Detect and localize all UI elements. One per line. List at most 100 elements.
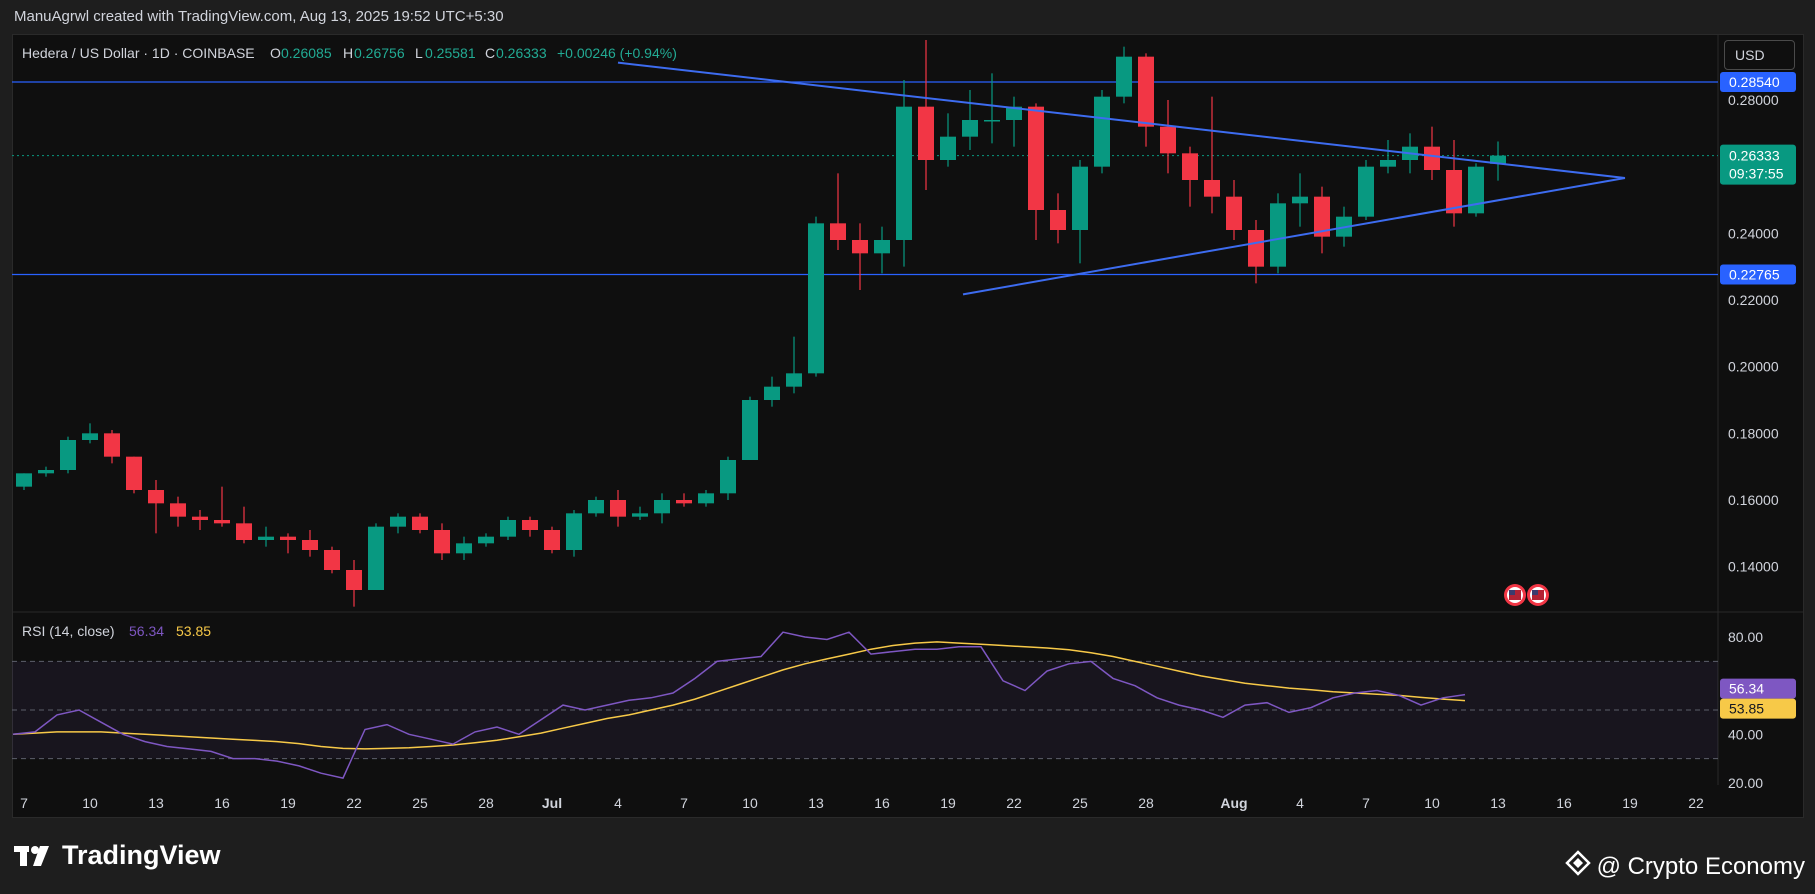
symbol-title: Hedera / US Dollar · 1D · COINBASE	[22, 45, 255, 61]
candle	[588, 496, 604, 517]
low-label: L	[415, 45, 423, 61]
candle-body	[764, 386, 780, 400]
price-tick-label: 0.16000	[1728, 492, 1779, 508]
time-tick-label: 4	[1296, 795, 1304, 811]
change-value: +0.00246 (+0.94%)	[557, 45, 677, 61]
tradingview-brand: TradingView	[14, 840, 221, 871]
candle-body	[60, 440, 76, 470]
candle	[676, 493, 692, 507]
candle-body	[1270, 203, 1286, 267]
candle-body	[1072, 166, 1088, 230]
candle	[60, 436, 76, 474]
candle	[258, 526, 274, 547]
time-tick-label: 16	[1556, 795, 1572, 811]
time-tick-label: 28	[478, 795, 494, 811]
candle-body	[1380, 160, 1396, 167]
candle-body	[720, 460, 736, 494]
candle-body	[830, 223, 846, 240]
candle	[280, 533, 296, 554]
low-value: 0.25581	[425, 45, 476, 61]
candle	[522, 516, 538, 537]
candle	[82, 423, 98, 444]
candle-body	[82, 433, 98, 440]
candle	[1446, 140, 1462, 227]
price-tick-label: 0.18000	[1728, 425, 1779, 441]
candle-body	[104, 433, 120, 457]
candle	[236, 506, 252, 544]
candle-body	[1204, 180, 1220, 197]
candle-body	[742, 400, 758, 460]
currency-selector[interactable]: USD	[1724, 40, 1795, 70]
resistance-badge: 0.28540	[1720, 72, 1796, 92]
candle-body	[258, 536, 274, 540]
time-tick-label: 7	[20, 795, 28, 811]
candle-body	[1424, 146, 1440, 170]
candle-body	[214, 520, 230, 524]
candle	[830, 173, 846, 250]
candle	[1160, 100, 1176, 174]
candle	[214, 486, 230, 527]
support-badge: 0.22765	[1720, 264, 1796, 285]
candle	[1468, 163, 1484, 217]
candle	[1050, 193, 1066, 244]
candle-body	[434, 530, 450, 554]
candle	[654, 493, 670, 524]
chart-canvas[interactable]: 0.28000 0.24000 0.22000 0.20000 0.18000 0.160…	[0, 0, 1815, 894]
diamond-logo-icon	[1564, 850, 1591, 883]
price-tick-label: 0.28000	[1728, 92, 1779, 108]
time-tick-label: 25	[1072, 795, 1088, 811]
time-tick-label: 13	[1490, 795, 1506, 811]
candle	[1490, 141, 1506, 181]
candle	[16, 473, 32, 490]
time-tick-label: Jul	[542, 795, 562, 811]
candle-body	[1182, 153, 1198, 180]
candle	[632, 506, 648, 520]
candle	[324, 546, 340, 574]
time-tick-label: 28	[1138, 795, 1154, 811]
time-tick-label: 4	[614, 795, 622, 811]
high-value: 0.26756	[354, 45, 405, 61]
candle-body	[1468, 166, 1484, 214]
time-tick-label: 13	[808, 795, 824, 811]
candle	[1292, 173, 1308, 227]
candle-body	[918, 106, 934, 160]
candle	[1094, 90, 1110, 174]
candle	[984, 73, 1000, 144]
candle	[368, 523, 384, 590]
price-tick-label: 0.22000	[1728, 292, 1779, 308]
candle-body	[610, 500, 626, 517]
candle-body	[16, 473, 32, 487]
candle	[808, 216, 824, 377]
tradingview-logo-icon	[14, 844, 54, 868]
candle	[1204, 96, 1220, 214]
candle	[412, 513, 428, 534]
candle-body	[170, 503, 186, 517]
candle	[500, 516, 516, 540]
rsi-tick-label: 80.00	[1728, 629, 1763, 645]
time-tick-label: Aug	[1220, 795, 1247, 811]
candle-body	[324, 550, 340, 570]
candle	[38, 466, 54, 477]
candle-body	[478, 536, 494, 544]
event-flags-icon[interactable]	[1504, 584, 1549, 606]
candle	[962, 90, 978, 150]
rsi-band-layer	[12, 660, 1718, 760]
time-tick-label: 16	[214, 795, 230, 811]
candle-body	[1160, 126, 1176, 154]
open-label: O	[270, 45, 281, 61]
rsi-value-legend: 56.34	[129, 623, 164, 639]
time-tick-label: 16	[874, 795, 890, 811]
candle-body	[940, 136, 956, 160]
candle-body	[566, 513, 582, 550]
candle	[1380, 140, 1396, 174]
rsi-ma-badge-text: 53.85	[1729, 701, 1764, 717]
candle	[126, 456, 142, 494]
candle-body	[302, 540, 318, 550]
current-price-text: 0.26333	[1729, 148, 1780, 164]
rsi-title: RSI (14, close)	[22, 623, 115, 639]
current-price-badge: 0.26333 09:37:55	[1720, 144, 1796, 185]
time-tick-label: 22	[346, 795, 362, 811]
candle	[544, 526, 560, 554]
time-tick-label: 25	[412, 795, 428, 811]
close-label: C	[485, 45, 495, 61]
